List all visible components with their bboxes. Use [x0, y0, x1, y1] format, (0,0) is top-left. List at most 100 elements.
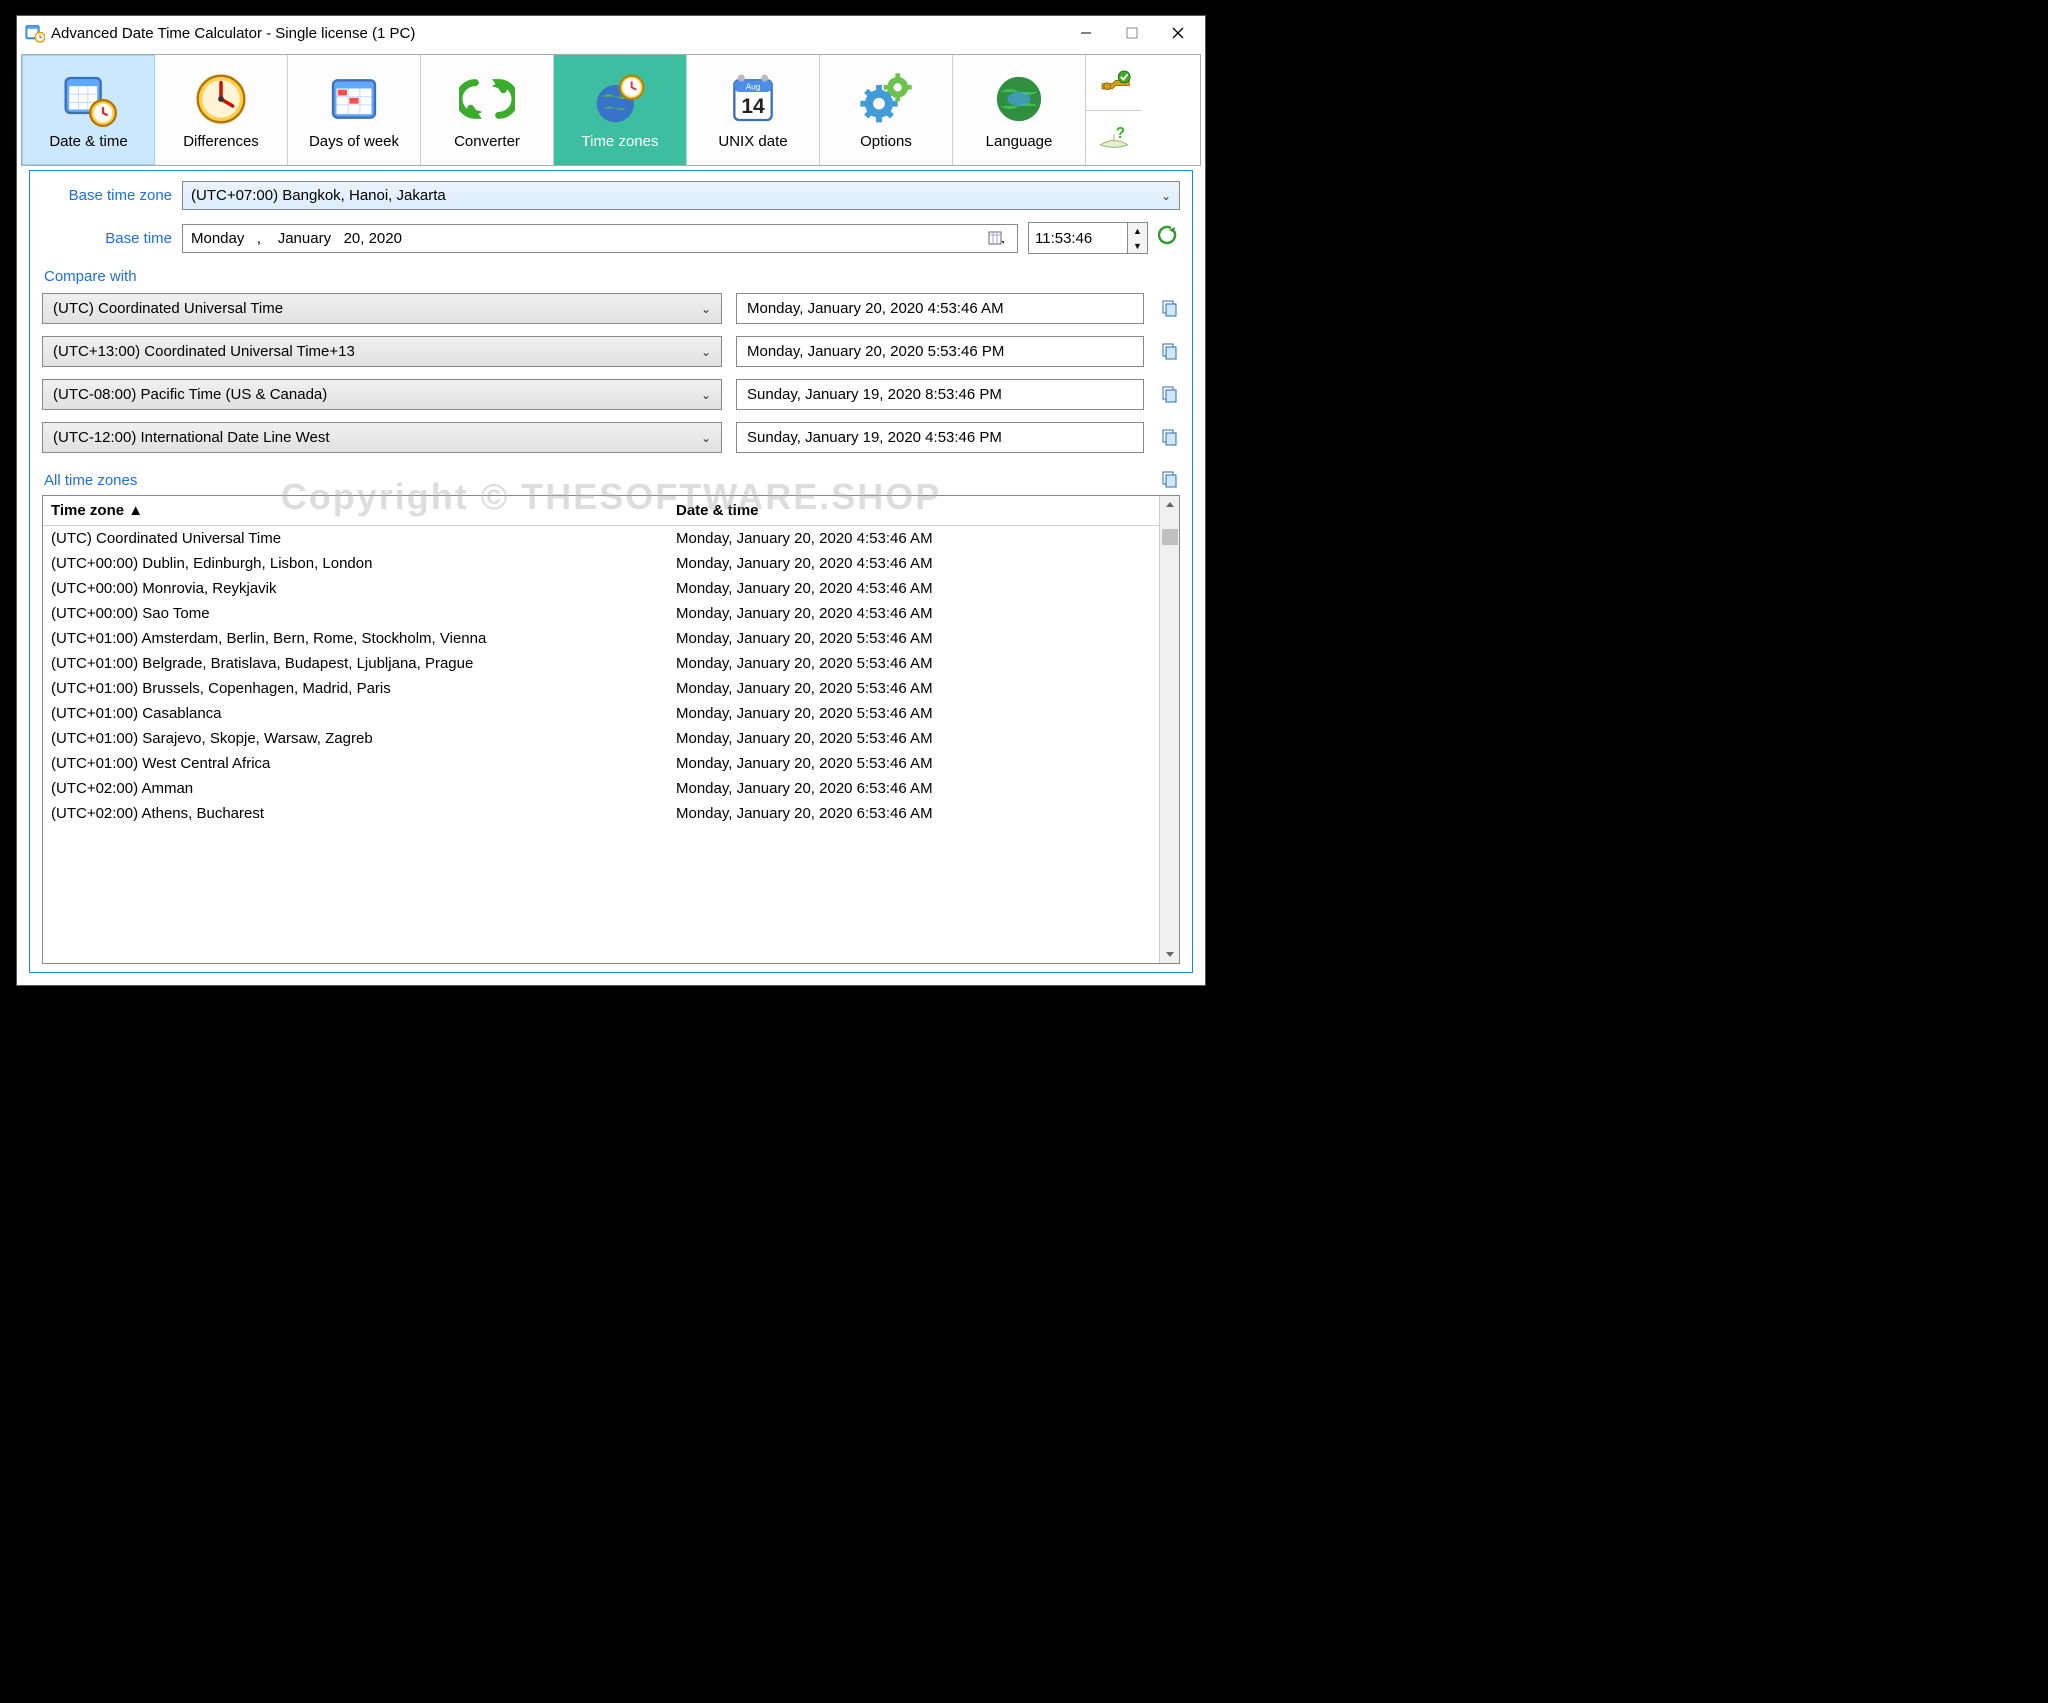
chevron-down-icon: ⌄ [1161, 189, 1171, 203]
compare-result: Monday, January 20, 2020 4:53:46 AM [736, 293, 1144, 324]
copy-button[interactable] [1158, 429, 1180, 447]
table-scrollbar[interactable] [1159, 496, 1179, 963]
cell-datetime: Monday, January 20, 2020 5:53:46 AM [676, 730, 933, 747]
cell-datetime: Monday, January 20, 2020 5:53:46 AM [676, 655, 933, 672]
cell-datetime: Monday, January 20, 2020 6:53:46 AM [676, 805, 933, 822]
table-row[interactable]: (UTC+00:00) Monrovia, ReykjavikMonday, J… [43, 576, 1159, 601]
table-row[interactable]: (UTC+00:00) Dublin, Edinburgh, Lisbon, L… [43, 551, 1159, 576]
compare-zone-select[interactable]: (UTC-12:00) International Date Line West… [42, 422, 722, 453]
table-row[interactable]: (UTC+01:00) Belgrade, Bratislava, Budape… [43, 651, 1159, 676]
svg-text:14: 14 [741, 95, 765, 118]
compare-zone-select[interactable]: (UTC-08:00) Pacific Time (US & Canada) ⌄ [42, 379, 722, 410]
compare-zone-value: (UTC-12:00) International Date Line West [53, 429, 330, 446]
calendar-button[interactable] [983, 230, 1009, 246]
cell-zone: (UTC+00:00) Monrovia, Reykjavik [51, 580, 676, 597]
table-header[interactable]: Time zone ▲ Date & time [43, 496, 1159, 526]
chevron-down-icon: ⌄ [701, 388, 711, 402]
table-row[interactable]: (UTC+01:00) Brussels, Copenhagen, Madrid… [43, 676, 1159, 701]
compare-zone-value: (UTC) Coordinated Universal Time [53, 300, 283, 317]
table-row[interactable]: (UTC) Coordinated Universal TimeMonday, … [43, 526, 1159, 551]
cell-zone: (UTC+01:00) Amsterdam, Berlin, Bern, Rom… [51, 630, 676, 647]
cell-zone: (UTC+02:00) Amman [51, 780, 676, 797]
tab-differences-label: Differences [183, 133, 259, 150]
base-date-input[interactable]: Monday , January 20, 2020 [182, 224, 1018, 253]
svg-text:Aug: Aug [746, 82, 761, 91]
cell-datetime: Monday, January 20, 2020 4:53:46 AM [676, 530, 933, 547]
app-icon [25, 23, 45, 43]
cell-datetime: Monday, January 20, 2020 5:53:46 AM [676, 630, 933, 647]
table-row[interactable]: (UTC+01:00) West Central AfricaMonday, J… [43, 751, 1159, 776]
copy-all-button[interactable] [1158, 471, 1180, 489]
help-button[interactable]: ? [1086, 111, 1142, 166]
compare-result: Sunday, January 19, 2020 8:53:46 PM [736, 379, 1144, 410]
compare-zone-select[interactable]: (UTC+13:00) Coordinated Universal Time+1… [42, 336, 722, 367]
table-row[interactable]: (UTC+01:00) Amsterdam, Berlin, Bern, Rom… [43, 626, 1159, 651]
cell-zone: (UTC) Coordinated Universal Time [51, 530, 676, 547]
tab-converter[interactable]: Converter [421, 55, 554, 165]
cell-zone: (UTC+01:00) Belgrade, Bratislava, Budape… [51, 655, 676, 672]
toolbar: Date & time Differences Days of week Con… [21, 54, 1201, 166]
cell-zone: (UTC+01:00) Sarajevo, Skopje, Warsaw, Za… [51, 730, 676, 747]
time-spinner[interactable]: ▲▼ [1128, 222, 1148, 254]
content-panel: Base time zone (UTC+07:00) Bangkok, Hano… [29, 170, 1193, 973]
tab-days-of-week[interactable]: Days of week [288, 55, 421, 165]
tab-options[interactable]: Options [820, 55, 953, 165]
cell-datetime: Monday, January 20, 2020 4:53:46 AM [676, 580, 933, 597]
svg-text:?: ? [1116, 125, 1125, 142]
cell-datetime: Monday, January 20, 2020 6:53:46 AM [676, 780, 933, 797]
tab-time-zones[interactable]: Time zones [554, 55, 687, 165]
cell-zone: (UTC+01:00) Casablanca [51, 705, 676, 722]
tab-language-label: Language [986, 133, 1053, 150]
col-time-zone[interactable]: Time zone ▲ [51, 502, 676, 519]
table-row[interactable]: (UTC+01:00) Sarajevo, Skopje, Warsaw, Za… [43, 726, 1159, 751]
chevron-down-icon: ⌄ [701, 302, 711, 316]
cell-datetime: Monday, January 20, 2020 5:53:46 AM [676, 705, 933, 722]
cell-zone: (UTC+01:00) Brussels, Copenhagen, Madrid… [51, 680, 676, 697]
titlebar: Advanced Date Time Calculator - Single l… [17, 16, 1205, 50]
chevron-down-icon: ⌄ [701, 345, 711, 359]
base-time-zone-label: Base time zone [42, 187, 172, 204]
reset-button[interactable] [1158, 225, 1180, 251]
table-row[interactable]: (UTC+02:00) AmmanMonday, January 20, 202… [43, 776, 1159, 801]
tab-language[interactable]: Language [953, 55, 1086, 165]
minimize-button[interactable] [1063, 18, 1109, 48]
base-time-label: Base time [42, 230, 172, 247]
col-date-time[interactable]: Date & time [676, 502, 759, 519]
tab-unix-date-label: UNIX date [718, 133, 787, 150]
register-button[interactable] [1086, 55, 1142, 111]
compare-result: Monday, January 20, 2020 5:53:46 PM [736, 336, 1144, 367]
scroll-thumb[interactable] [1162, 529, 1178, 545]
table-row[interactable]: (UTC+02:00) Athens, BucharestMonday, Jan… [43, 801, 1159, 826]
base-time-value: 11:53:46 [1035, 230, 1092, 247]
table-row[interactable]: (UTC+01:00) CasablancaMonday, January 20… [43, 701, 1159, 726]
chevron-down-icon: ⌄ [701, 431, 711, 445]
cell-zone: (UTC+00:00) Sao Tome [51, 605, 676, 622]
cell-datetime: Monday, January 20, 2020 5:53:46 AM [676, 755, 933, 772]
cell-datetime: Monday, January 20, 2020 4:53:46 AM [676, 605, 933, 622]
tab-date-time-label: Date & time [49, 133, 127, 150]
base-time-input[interactable]: 11:53:46 [1028, 222, 1128, 254]
cell-datetime: Monday, January 20, 2020 4:53:46 AM [676, 555, 933, 572]
compare-result: Sunday, January 19, 2020 4:53:46 PM [736, 422, 1144, 453]
table-row[interactable]: (UTC+00:00) Sao TomeMonday, January 20, … [43, 601, 1159, 626]
cell-zone: (UTC+00:00) Dublin, Edinburgh, Lisbon, L… [51, 555, 676, 572]
compare-zone-value: (UTC+13:00) Coordinated Universal Time+1… [53, 343, 355, 360]
tab-days-of-week-label: Days of week [309, 133, 399, 150]
close-button[interactable] [1155, 18, 1201, 48]
tab-unix-date[interactable]: Aug 14 UNIX date [687, 55, 820, 165]
tab-time-zones-label: Time zones [582, 133, 659, 150]
base-time-zone-select[interactable]: (UTC+07:00) Bangkok, Hanoi, Jakarta ⌄ [182, 181, 1180, 210]
tab-differences[interactable]: Differences [155, 55, 288, 165]
tab-date-time[interactable]: Date & time [22, 55, 155, 165]
copy-button[interactable] [1158, 386, 1180, 404]
compare-zone-value: (UTC-08:00) Pacific Time (US & Canada) [53, 386, 327, 403]
copy-button[interactable] [1158, 343, 1180, 361]
cell-zone: (UTC+02:00) Athens, Bucharest [51, 805, 676, 822]
copy-button[interactable] [1158, 300, 1180, 318]
base-date-value: Monday , January 20, 2020 [191, 230, 402, 247]
maximize-button[interactable] [1109, 18, 1155, 48]
compare-zone-select[interactable]: (UTC) Coordinated Universal Time ⌄ [42, 293, 722, 324]
all-time-zones-header: All time zones [44, 472, 137, 489]
tab-converter-label: Converter [454, 133, 520, 150]
compare-with-header: Compare with [44, 268, 1180, 285]
